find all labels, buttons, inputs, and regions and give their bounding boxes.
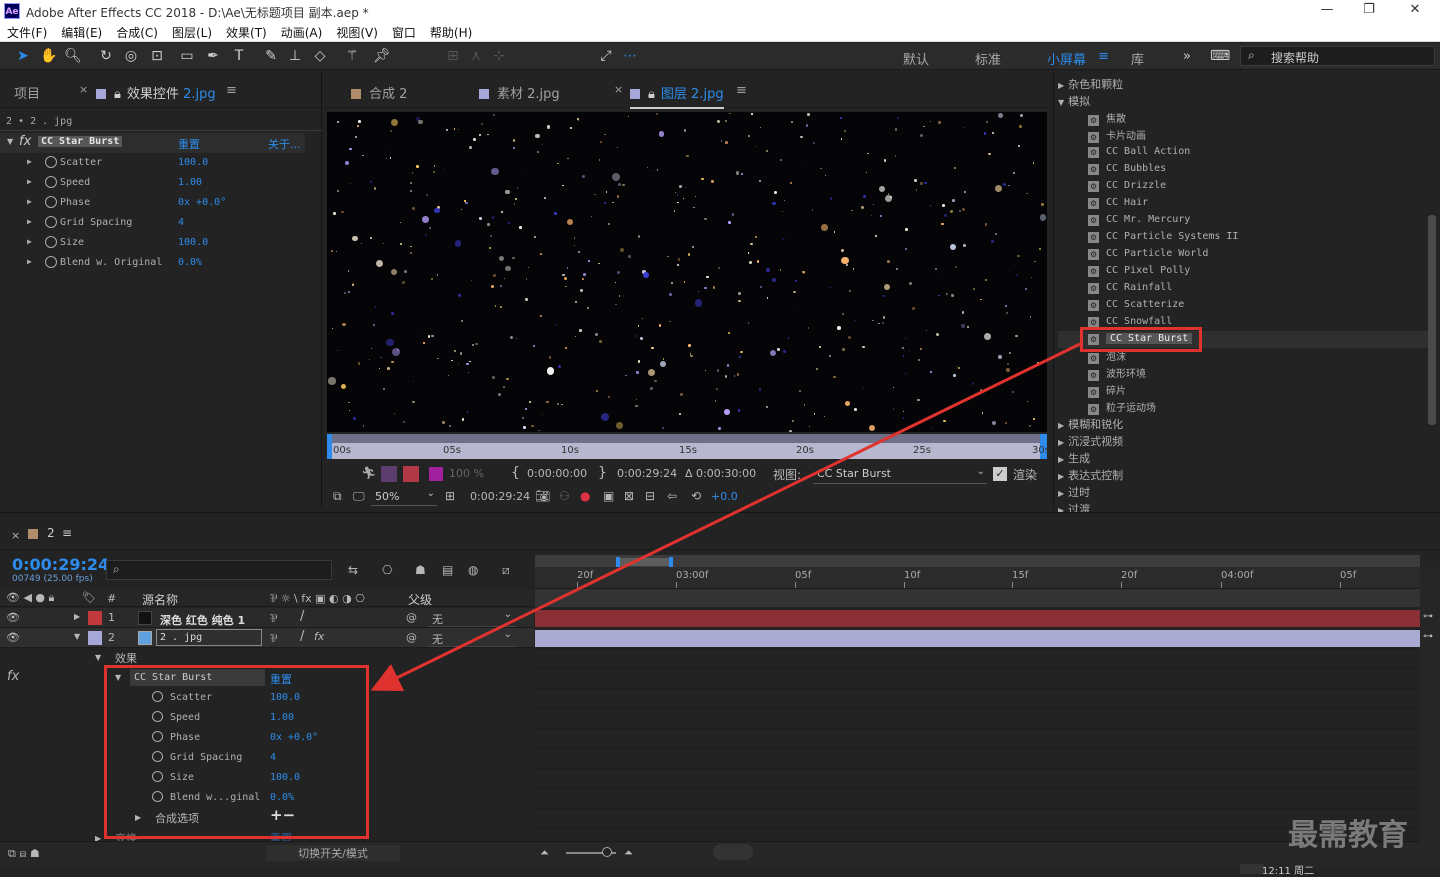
annotation-arrow — [370, 342, 1081, 691]
watermark: 最需教育 — [1288, 818, 1408, 853]
